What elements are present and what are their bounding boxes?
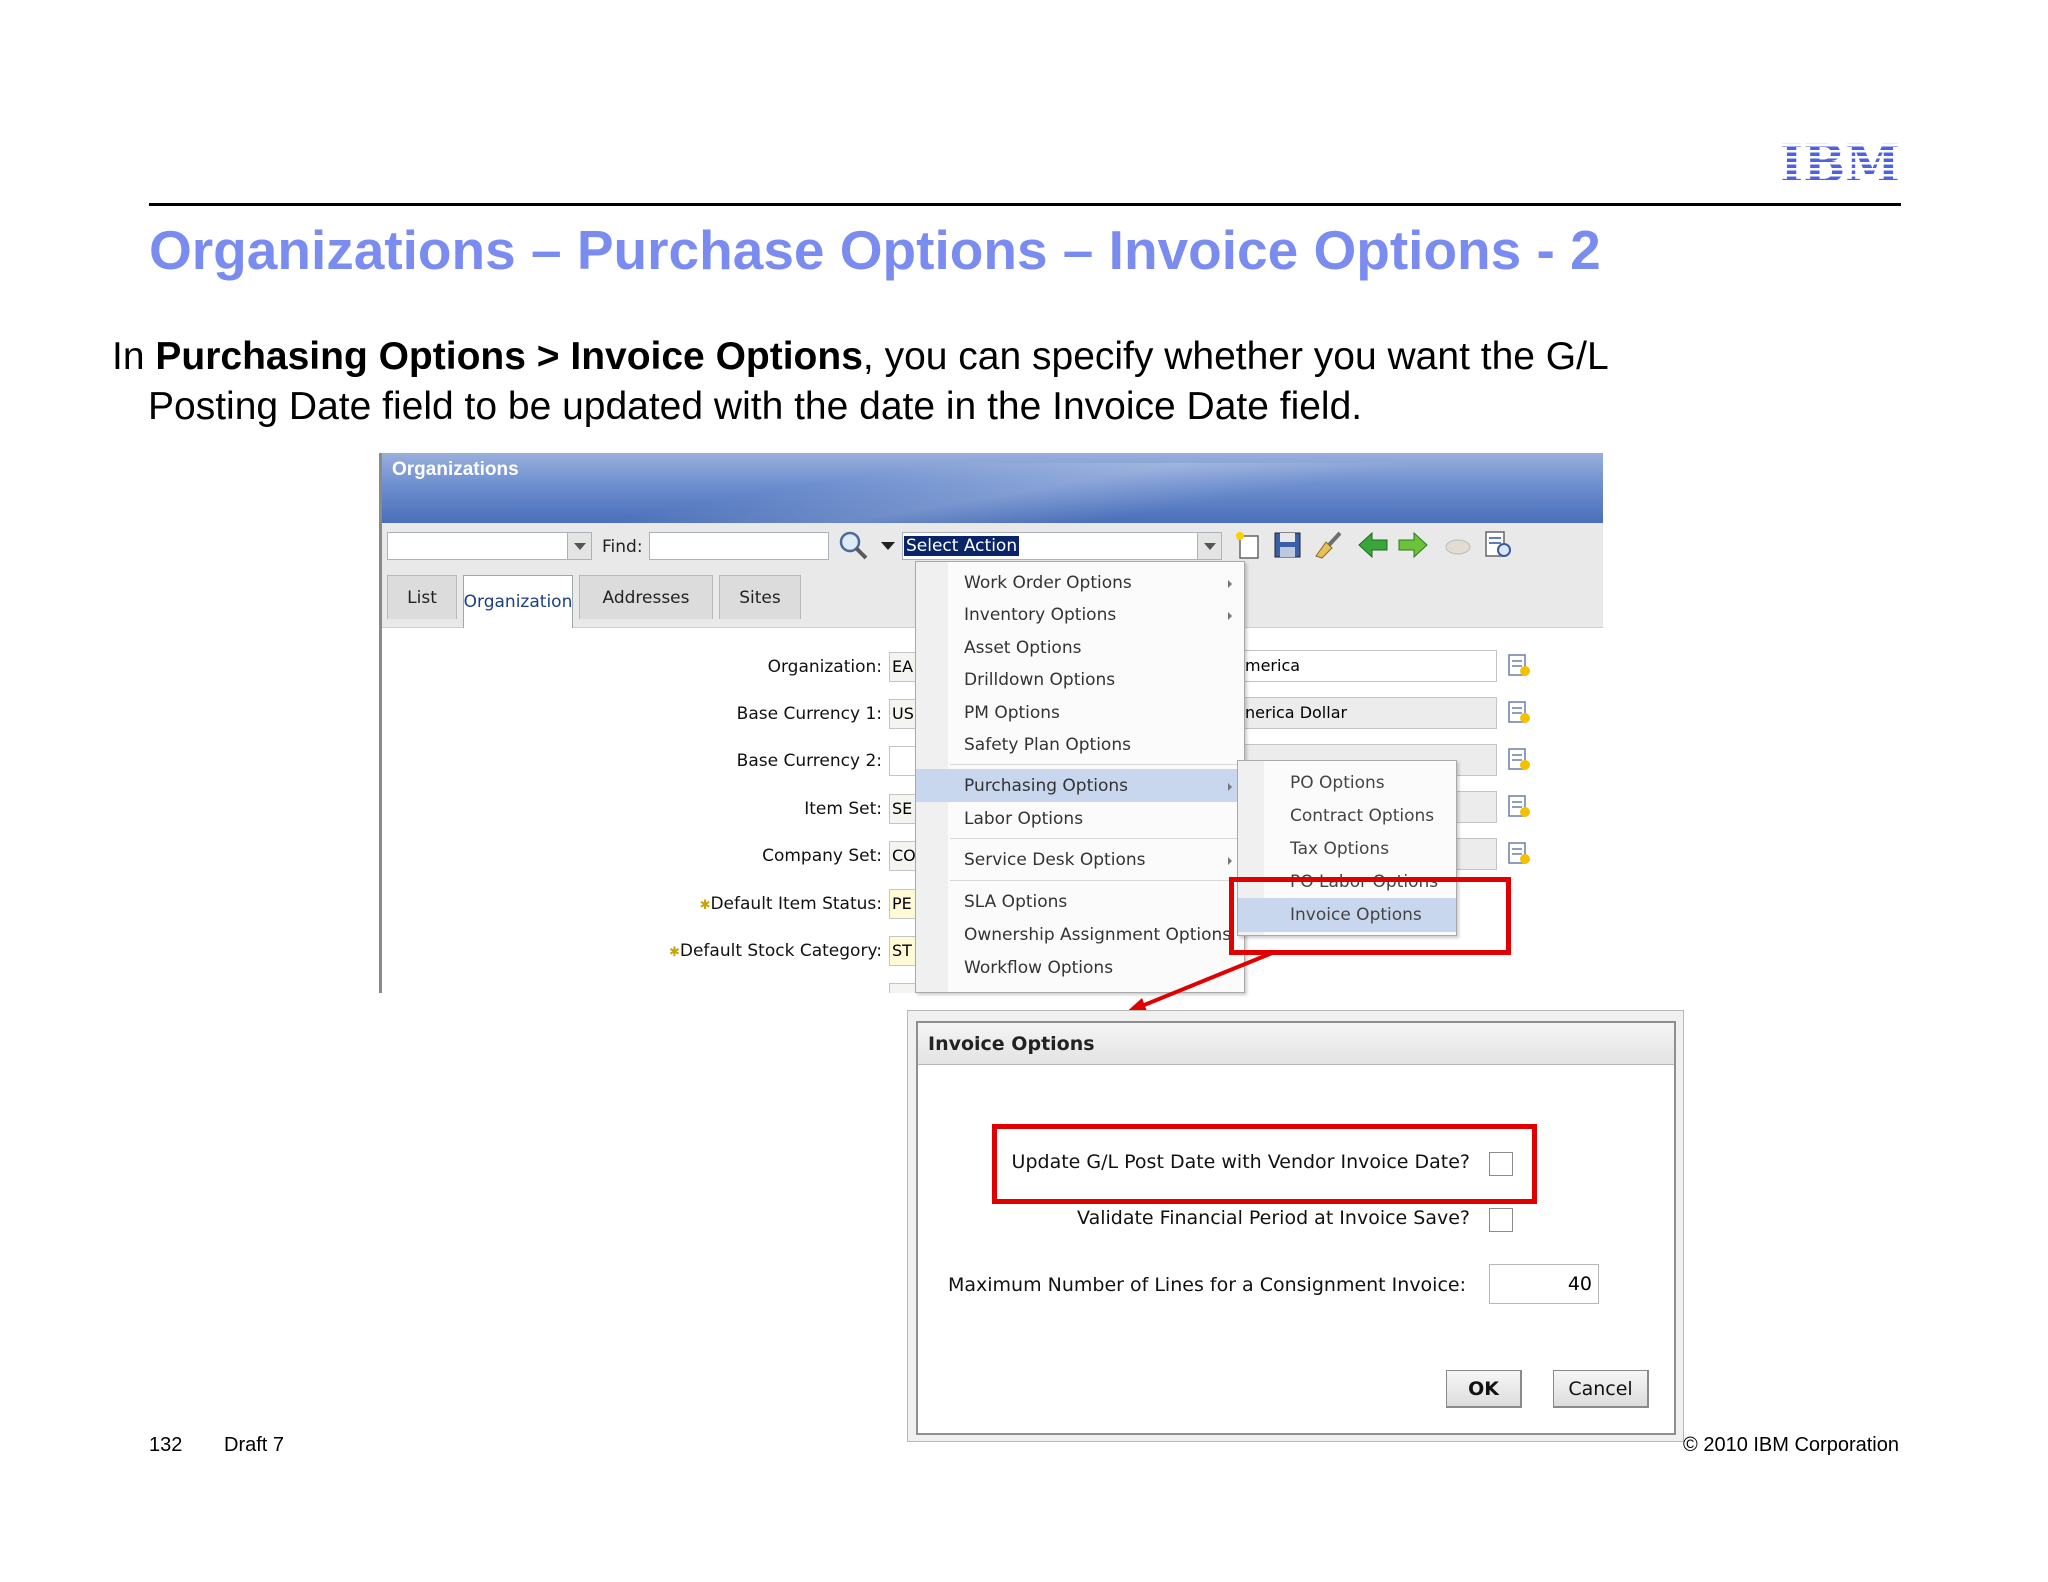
tab-sites[interactable]: Sites — [719, 575, 801, 619]
dialog-body: Invoice Options Update G/L Post Date wit… — [916, 1021, 1676, 1435]
page-number: 132 — [149, 1434, 183, 1456]
menu-separator — [950, 764, 1240, 765]
detail-menu-icon[interactable] — [1505, 793, 1531, 819]
header-rule — [149, 203, 1901, 206]
menu-item-sla-options[interactable]: SLA Options — [916, 887, 1244, 917]
tab-list-label: List — [407, 587, 437, 608]
validate-period-checkbox[interactable] — [1489, 1208, 1513, 1232]
chevron-down-icon[interactable] — [567, 533, 591, 559]
cancel-button[interactable]: Cancel — [1553, 1370, 1649, 1408]
validate-period-label: Validate Financial Period at Invoice Sav… — [1077, 1207, 1470, 1229]
new-record-icon[interactable] — [1234, 530, 1266, 560]
max-lines-label: Maximum Number of Lines for a Consignmen… — [947, 1274, 1466, 1296]
chevron-down-icon[interactable] — [879, 533, 897, 557]
body-prefix: In — [112, 335, 156, 378]
query-select[interactable] — [387, 532, 592, 560]
app-titlebar: Organizations — [382, 453, 1603, 523]
detail-menu-icon[interactable] — [1505, 699, 1531, 725]
organization-label: Organization: — [767, 657, 882, 677]
tab-list[interactable]: List — [387, 575, 457, 619]
search-icon[interactable] — [837, 530, 869, 560]
menu-separator — [950, 838, 1240, 839]
view-history-icon[interactable] — [1482, 530, 1514, 560]
chevron-right-icon — [1228, 783, 1232, 791]
ibm-logo: IBM — [1780, 138, 1900, 188]
detail-menu-icon[interactable] — [1505, 746, 1531, 772]
tab-addresses[interactable]: Addresses — [579, 575, 713, 619]
menu-item-service-desk-options[interactable]: Service Desk Options — [916, 845, 1244, 875]
submenu-item-tax-options[interactable]: Tax Options — [1238, 834, 1456, 864]
submenu-item-contract-options[interactable]: Contract Options — [1238, 801, 1456, 831]
chevron-right-icon — [1228, 612, 1232, 620]
tab-organization[interactable]: Organization — [463, 575, 573, 628]
select-action-text: Select Action — [904, 536, 1020, 556]
menu-item-work-order-options[interactable]: Work Order Options — [916, 568, 1244, 598]
menu-separator — [950, 880, 1240, 881]
submenu-item-po-options[interactable]: PO Options — [1238, 768, 1456, 798]
base-currency-2-label: Base Currency 2: — [736, 751, 882, 771]
tab-addresses-label: Addresses — [602, 587, 690, 608]
required-marker-icon: ✱ — [668, 945, 680, 960]
detail-menu-icon[interactable] — [1505, 840, 1531, 866]
menu-item-drilldown-options[interactable]: Drilldown Options — [916, 665, 1244, 695]
app-title: Organizations — [392, 459, 519, 480]
chevron-right-icon — [1228, 580, 1232, 588]
next-record-icon[interactable] — [1397, 530, 1429, 560]
body-line2: Posting Date field to be updated with th… — [148, 385, 1363, 428]
chevron-down-icon[interactable] — [1197, 533, 1221, 559]
menu-item-pm-options[interactable]: PM Options — [916, 698, 1244, 728]
organization-description[interactable]: merica — [1242, 650, 1497, 682]
select-action-dropdown[interactable]: Select Action — [902, 532, 1222, 560]
body-rest: , you can specify whether you want the G… — [862, 335, 1609, 378]
required-marker-icon: ✱ — [699, 898, 711, 913]
draft-label: Draft 7 — [224, 1434, 285, 1456]
menu-item-purchasing-options[interactable]: Purchasing Options — [916, 769, 1244, 802]
menu-item-labor-options[interactable]: Labor Options — [916, 804, 1244, 834]
slide-title: Organizations – Purchase Options – Invoi… — [149, 219, 1601, 281]
tab-sites-label: Sites — [739, 587, 781, 608]
menu-item-ownership-assignment-options[interactable]: Ownership Assignment Options — [916, 920, 1244, 950]
default-item-status-label: ✱Default Item Status: — [699, 894, 882, 914]
dialog-header: Invoice Options — [918, 1023, 1674, 1065]
find-input[interactable] — [649, 532, 829, 560]
body-bold: Purchasing Options > Invoice Options — [155, 335, 863, 378]
dialog-title: Invoice Options — [928, 1033, 1095, 1055]
menu-item-asset-options[interactable]: Asset Options — [916, 633, 1244, 663]
invoice-options-dialog: Invoice Options Update G/L Post Date wit… — [907, 1010, 1684, 1442]
menu-item-inventory-options[interactable]: Inventory Options — [916, 600, 1244, 630]
company-set-label: Company Set: — [762, 846, 882, 866]
copyright: © 2010 IBM Corporation — [1683, 1434, 1899, 1456]
bulletin-board-icon[interactable] — [1442, 530, 1474, 560]
previous-record-icon[interactable] — [1357, 530, 1389, 560]
ok-button[interactable]: OK — [1446, 1370, 1522, 1408]
item-set-label: Item Set: — [804, 799, 882, 819]
detail-menu-icon[interactable] — [1505, 652, 1531, 678]
highlight-box-invoice-options — [1229, 877, 1511, 955]
slide-body: In Purchasing Options > Invoice Options,… — [112, 332, 1872, 432]
default-stock-category-label: ✱Default Stock Category: — [668, 941, 882, 961]
clear-changes-icon[interactable] — [1312, 530, 1344, 560]
menu-item-safety-plan-options[interactable]: Safety Plan Options — [916, 730, 1244, 760]
save-icon[interactable] — [1272, 530, 1304, 560]
select-action-menu: Work Order Options Inventory Options Ass… — [915, 561, 1245, 993]
base-currency-1-description[interactable]: nerica Dollar — [1242, 697, 1497, 729]
chevron-right-icon — [1228, 857, 1232, 865]
tab-organization-label: Organization — [463, 592, 573, 612]
find-label: Find: — [602, 537, 643, 557]
max-lines-input[interactable]: 40 — [1489, 1264, 1599, 1304]
base-currency-1-label: Base Currency 1: — [736, 704, 882, 724]
highlight-box-update-gl — [992, 1124, 1537, 1204]
